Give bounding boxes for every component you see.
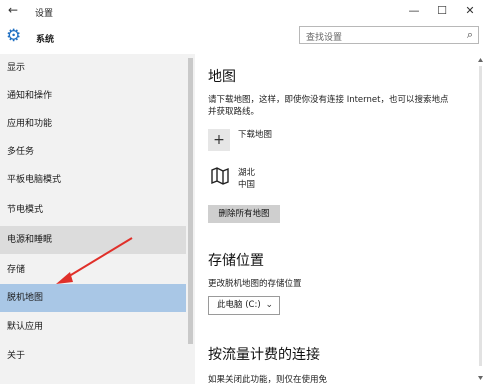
gear-icon: ⚙ xyxy=(6,26,22,46)
sidebar-item-offline-maps[interactable]: 脱机地图 xyxy=(0,284,186,312)
chevron-down-icon: ⌄ xyxy=(265,300,273,310)
map-region-label: 湖北 xyxy=(238,168,256,178)
content-scrollbar[interactable] xyxy=(477,56,484,384)
sidebar-item-power-sleep[interactable]: 电源和睡眠 xyxy=(0,226,186,254)
maps-description-line1: 请下载地图，这样，即使你没有连接 Internet，也可以搜索地点 xyxy=(208,95,449,105)
storage-location-select[interactable]: 此电脑 (C:) ⌄ xyxy=(208,296,280,315)
sidebar-item-multitasking[interactable]: 多任务 xyxy=(0,138,186,166)
sidebar-item-default-apps[interactable]: 默认应用 xyxy=(0,313,186,341)
sidebar: 显示 通知和操作 应用和功能 多任务 平板电脑模式 节电模式 电源和睡眠 存储 … xyxy=(0,54,186,384)
close-button[interactable]: ✕ xyxy=(464,4,476,17)
sidebar-item-apps[interactable]: 应用和功能 xyxy=(0,110,186,138)
search-placeholder: 查找设置 xyxy=(306,33,343,43)
sidebar-item-display[interactable]: 显示 xyxy=(0,54,186,82)
delete-all-maps-button[interactable]: 删除所有地图 xyxy=(208,205,280,223)
sidebar-item-battery-saver[interactable]: 节电模式 xyxy=(0,196,186,224)
sidebar-item-notifications[interactable]: 通知和操作 xyxy=(0,82,186,110)
storage-location-value: 此电脑 (C:) xyxy=(217,300,261,310)
storage-description: 更改脱机地图的存储位置 xyxy=(208,279,302,289)
maps-heading: 地图 xyxy=(208,69,236,85)
maximize-button[interactable]: ☐ xyxy=(436,4,448,17)
title-bar: ← 设置 — ☐ ✕ xyxy=(0,0,486,22)
page-header: ⚙ 系统 查找设置 ⌕ xyxy=(0,22,486,54)
sidebar-scrollbar-thumb[interactable] xyxy=(188,58,193,344)
map-icon xyxy=(211,167,229,185)
metered-description: 如果关闭此功能，则仅在使用免 xyxy=(208,375,328,385)
search-icon[interactable]: ⌕ xyxy=(467,28,473,42)
add-map-button[interactable]: + xyxy=(208,129,230,151)
sidebar-item-about[interactable]: 关于 xyxy=(0,342,186,370)
page-title: 系统 xyxy=(36,35,55,45)
metered-heading: 按流量计费的连接 xyxy=(208,347,320,363)
maps-description: 请下载地图，这样，即使你没有连接 Internet，也可以搜索地点 并获取路线。 xyxy=(208,94,478,118)
window-title: 设置 xyxy=(35,9,54,19)
map-country-label: 中国 xyxy=(238,180,256,190)
back-button[interactable]: ← xyxy=(8,3,18,17)
plus-icon: + xyxy=(213,132,225,148)
minimize-button[interactable]: — xyxy=(408,4,420,17)
sidebar-item-tablet-mode[interactable]: 平板电脑模式 xyxy=(0,166,186,194)
storage-heading: 存储位置 xyxy=(208,253,264,269)
sidebar-item-storage[interactable]: 存储 xyxy=(0,256,186,284)
download-maps-label[interactable]: 下载地图 xyxy=(238,128,272,140)
search-input[interactable]: 查找设置 ⌕ xyxy=(299,26,479,44)
maps-description-line2: 并获取路线。 xyxy=(208,107,260,117)
